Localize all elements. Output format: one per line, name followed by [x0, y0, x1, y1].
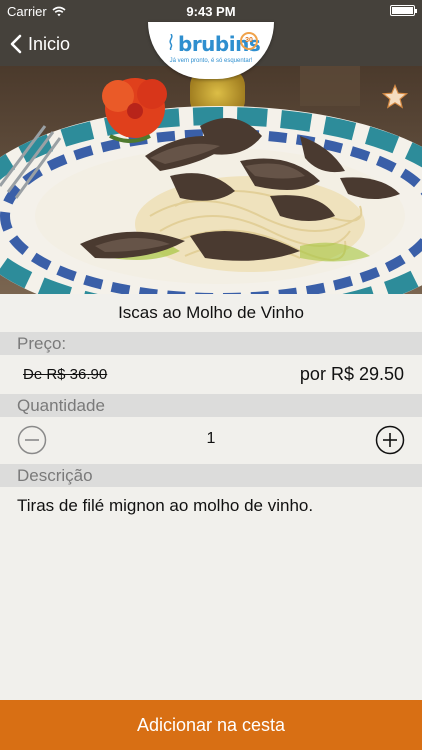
back-label: Inicio	[28, 33, 71, 54]
description-section-header: Descrição	[0, 464, 422, 487]
star-icon[interactable]	[382, 84, 408, 110]
add-to-cart-button[interactable]: Adicionar na cesta	[0, 700, 422, 750]
sale-price: por R$ 29.50	[299, 364, 404, 384]
status-bar: Carrier 9:43 PM	[0, 0, 422, 22]
plus-circle-icon[interactable]	[375, 425, 405, 455]
quantity-value: 1	[206, 430, 216, 447]
price-section-header: Preço:	[0, 332, 422, 355]
logo-tagline: Já vem pronto, é só esquentar!	[169, 58, 253, 64]
anniversary-badge: 30	[240, 32, 258, 50]
back-button[interactable]: Inicio	[10, 30, 70, 58]
clock: 9:43 PM	[186, 4, 236, 19]
product-name: Iscas ao Molho de Vinho	[118, 303, 304, 322]
logo-mark-icon	[169, 34, 173, 50]
product-description: Tiras de filé mignon ao molho de vinho.	[17, 496, 314, 515]
original-price: De R$ 36.90	[23, 366, 108, 383]
dish-illustration	[0, 66, 422, 294]
quantity-section-header: Quantidade	[0, 394, 422, 417]
battery-icon	[390, 5, 417, 16]
chevron-left-icon	[10, 34, 22, 54]
product-photo	[0, 66, 422, 294]
